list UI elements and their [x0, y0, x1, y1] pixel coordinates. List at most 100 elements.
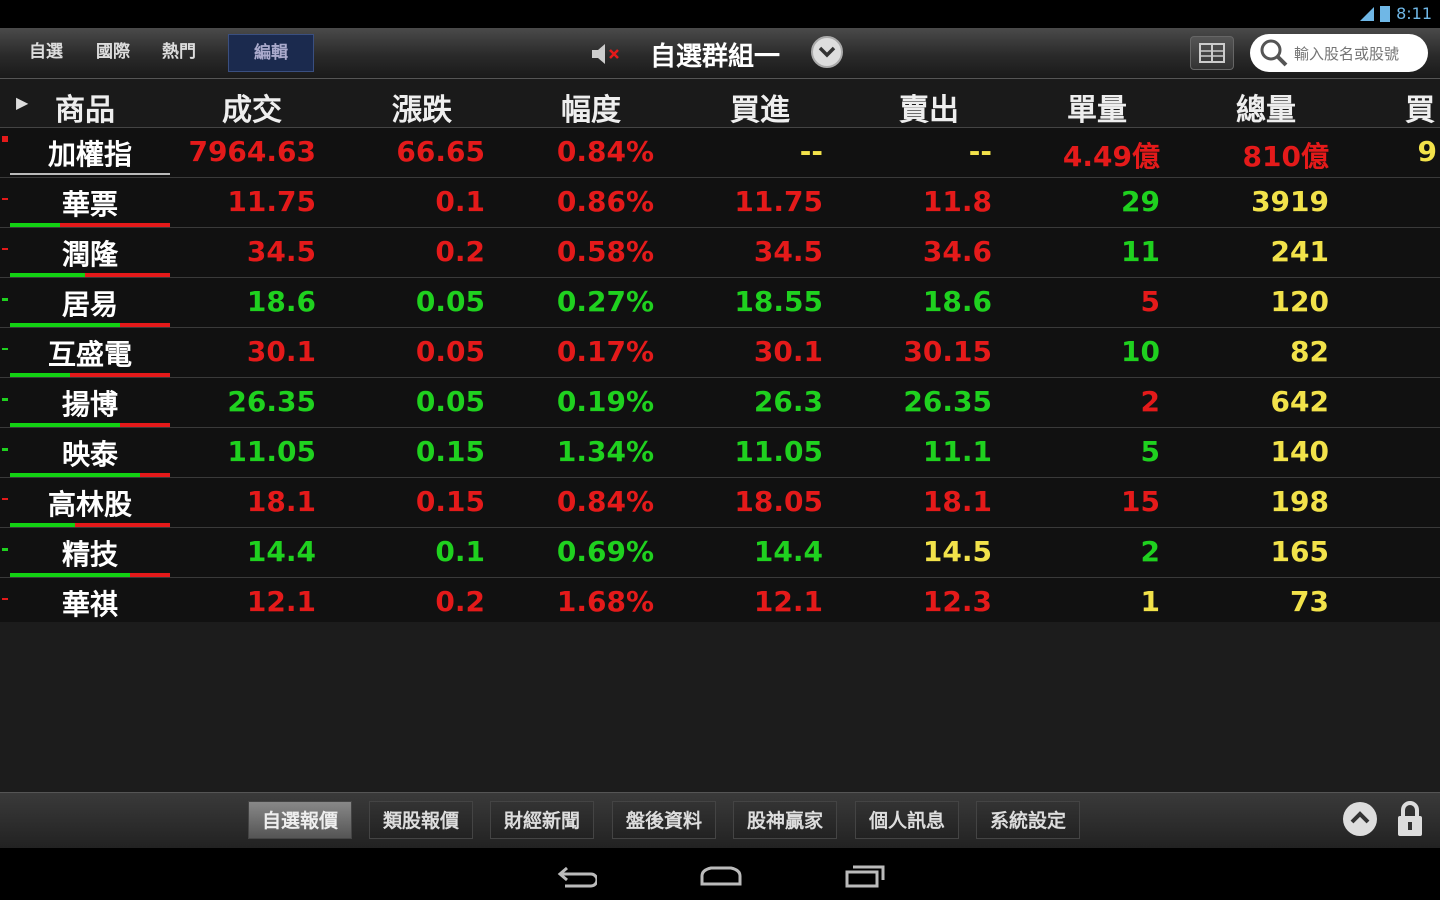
group-dropdown-button[interactable]: [811, 36, 843, 68]
buy-extra-cell: 9: [1417, 135, 1437, 168]
bottom-navigation: 自選報價 類股報價 財經新聞 盤後資料 股神贏家 個人訊息 系統設定: [0, 792, 1440, 848]
home-icon[interactable]: [699, 860, 743, 890]
change-cell: 66.65: [396, 135, 485, 168]
stock-name[interactable]: 潤隆: [10, 233, 170, 273]
mute-icon[interactable]: [590, 43, 624, 65]
column-header-total-volume[interactable]: 總量: [1236, 85, 1296, 129]
bottom-tab-after-hours[interactable]: 盤後資料: [612, 801, 716, 839]
system-navigation-bar: [0, 848, 1440, 900]
stock-name[interactable]: 精技: [10, 533, 170, 573]
percent-cell: 0.17%: [556, 335, 654, 368]
stock-search[interactable]: [1250, 34, 1428, 72]
stock-name[interactable]: 揚博: [10, 383, 170, 423]
column-header-volume[interactable]: 單量: [1067, 85, 1127, 129]
volume-cell: 11: [1121, 235, 1160, 268]
volume-cell: 1: [1140, 585, 1160, 618]
total-volume-cell: 120: [1270, 285, 1329, 318]
table-row[interactable]: 映泰 11.05 0.15 1.34% 11.05 11.1 5 140: [0, 428, 1440, 478]
price-cell: 30.1: [246, 335, 316, 368]
price-range-bar: [10, 573, 170, 577]
stock-name[interactable]: 華祺: [10, 583, 170, 623]
tab-watchlist[interactable]: 自選: [14, 34, 78, 70]
tab-hot[interactable]: 熱門: [148, 34, 210, 70]
total-volume-cell: 165: [1270, 535, 1329, 568]
search-icon: [1260, 39, 1288, 67]
scroll-up-button[interactable]: [1343, 802, 1377, 836]
percent-cell: 0.27%: [556, 285, 654, 318]
trend-marker: [2, 248, 8, 250]
bottom-tab-sector-quotes[interactable]: 類股報價: [369, 801, 473, 839]
volume-cell: 10: [1121, 335, 1160, 368]
table-row[interactable]: 華祺 12.1 0.2 1.68% 12.1 12.3 1 73: [0, 578, 1440, 628]
stock-name[interactable]: 高林股: [10, 483, 170, 523]
column-header-percent[interactable]: 幅度: [561, 85, 621, 129]
ask-cell: 14.5: [922, 535, 992, 568]
volume-cell: 5: [1140, 435, 1160, 468]
stock-name[interactable]: 華票: [10, 183, 170, 223]
table-row[interactable]: 加權指 7964.63 66.65 0.84% -- -- 4.49億 810億…: [0, 128, 1440, 178]
trend-marker: [2, 448, 8, 451]
bottom-tab-stock-winner[interactable]: 股神贏家: [733, 801, 837, 839]
ask-cell: 18.6: [922, 285, 992, 318]
table-row[interactable]: 精技 14.4 0.1 0.69% 14.4 14.5 2 165: [0, 528, 1440, 578]
volume-cell: 2: [1140, 385, 1160, 418]
table-row[interactable]: 潤隆 34.5 0.2 0.58% 34.5 34.6 11 241: [0, 228, 1440, 278]
battery-icon: [1380, 5, 1391, 22]
ask-cell: 18.1: [922, 485, 992, 518]
stock-name[interactable]: 居易: [10, 283, 170, 323]
volume-cell: 4.49億: [1062, 140, 1160, 173]
ask-cell: 26.35: [903, 385, 992, 418]
price-cell: 26.35: [227, 385, 316, 418]
trend-marker: [2, 136, 8, 142]
change-cell: 0.15: [415, 485, 485, 518]
table-row[interactable]: 高林股 18.1 0.15 0.84% 18.05 18.1 15 198: [0, 478, 1440, 528]
bottom-tab-watchlist-quotes[interactable]: 自選報價: [248, 801, 352, 839]
quote-table-body: 加權指 7964.63 66.65 0.84% -- -- 4.49億 810億…: [0, 128, 1440, 628]
price-cell: 11.05: [227, 435, 316, 468]
stock-name[interactable]: 加權指: [10, 133, 170, 173]
expand-arrow-icon[interactable]: ▶: [16, 93, 28, 112]
price-cell: 18.6: [246, 285, 316, 318]
column-header-product[interactable]: 商品: [55, 85, 115, 129]
column-header-ask[interactable]: 賣出: [899, 85, 959, 129]
change-cell: 0.2: [435, 235, 485, 268]
chevron-down-icon: [818, 46, 836, 58]
table-row[interactable]: 互盛電 30.1 0.05 0.17% 30.1 30.15 10 82: [0, 328, 1440, 378]
volume-cell: 15: [1121, 485, 1160, 518]
back-icon[interactable]: [555, 860, 597, 890]
percent-cell: 0.84%: [556, 135, 654, 168]
bid-cell: 12.1: [753, 585, 823, 618]
column-header-buy-extra[interactable]: 買: [1405, 85, 1435, 129]
stock-name[interactable]: 映泰: [10, 433, 170, 473]
column-header-change[interactable]: 漲跌: [392, 85, 452, 129]
column-header-price[interactable]: 成交: [222, 85, 282, 129]
change-cell: 0.05: [415, 285, 485, 318]
tab-international[interactable]: 國際: [82, 34, 144, 70]
bid-cell: 11.05: [734, 435, 823, 468]
layout-toggle-button[interactable]: [1190, 36, 1234, 70]
recent-apps-icon[interactable]: [843, 860, 887, 890]
price-cell: 34.5: [246, 235, 316, 268]
percent-cell: 0.84%: [556, 485, 654, 518]
trend-marker: [2, 298, 8, 301]
table-row[interactable]: 華票 11.75 0.1 0.86% 11.75 11.8 29 3919: [0, 178, 1440, 228]
stock-name[interactable]: 互盛電: [10, 333, 170, 373]
table-row[interactable]: 居易 18.6 0.05 0.27% 18.55 18.6 5 120: [0, 278, 1440, 328]
bid-cell: --: [799, 135, 823, 168]
signal-icon: [1360, 6, 1375, 21]
total-volume-cell: 241: [1270, 235, 1329, 268]
bid-cell: 11.75: [734, 185, 823, 218]
table-row[interactable]: 揚博 26.35 0.05 0.19% 26.3 26.35 2 642: [0, 378, 1440, 428]
bottom-tab-financial-news[interactable]: 財經新聞: [490, 801, 594, 839]
bottom-tab-settings[interactable]: 系統設定: [976, 801, 1080, 839]
search-input[interactable]: [1292, 40, 1426, 68]
column-header-bid[interactable]: 買進: [730, 85, 790, 129]
trend-marker: [2, 198, 8, 200]
ask-cell: 30.15: [903, 335, 992, 368]
bottom-tab-messages[interactable]: 個人訊息: [855, 801, 959, 839]
price-cell: 11.75: [227, 185, 316, 218]
columns-layout-icon: [1199, 43, 1225, 63]
tab-edit[interactable]: 編輯: [228, 34, 314, 72]
lock-icon[interactable]: [1395, 800, 1425, 838]
watchlist-group-title[interactable]: 自選群組一: [650, 36, 780, 73]
